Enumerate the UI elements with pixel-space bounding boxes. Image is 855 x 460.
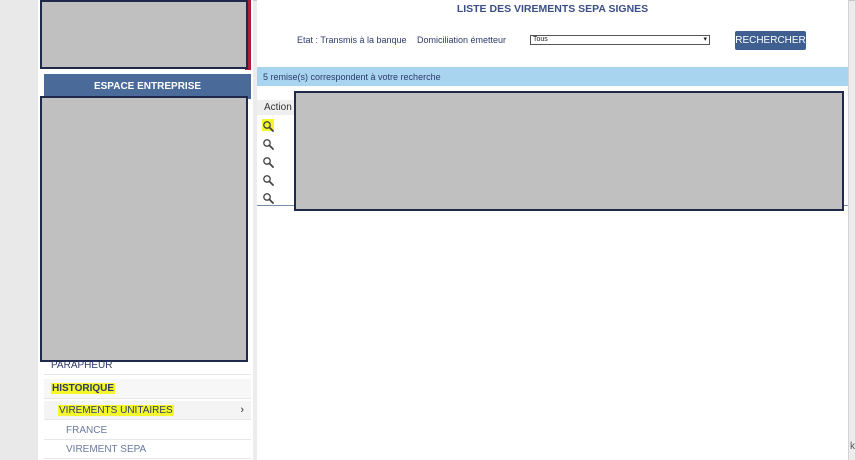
sidebar-item-label: FRANCE (66, 424, 108, 436)
sidebar-item-france[interactable]: FRANCE (44, 421, 251, 440)
espace-entreprise-label: ESPACE ENTREPRISE (93, 81, 202, 92)
column-header-action: Action (257, 100, 294, 115)
page-title: LISTE DES VIREMENTS SEPA SIGNES (456, 3, 649, 15)
domiciliation-selected-value: Tous (533, 36, 548, 43)
sidebar-item-label: VIREMENT SEPA (66, 443, 147, 455)
left-gutter (0, 0, 38, 460)
sidebar-item-label: VIREMENTS UNITAIRES (58, 404, 174, 416)
sidebar-item-historique[interactable]: HISTORIQUE (44, 379, 251, 399)
sidebar-item-label: HISTORIQUE (51, 383, 116, 394)
sidebar: ESPACE ENTREPRISE PARAPHEUR HISTORIQUE V… (38, 0, 253, 460)
magnifier-icon[interactable] (262, 119, 274, 132)
chevron-right-icon: › (240, 404, 244, 416)
corner-glyph: k (850, 441, 855, 452)
sidebar-item-label: PARAPHEUR (51, 360, 113, 371)
redacted-menu-area (40, 96, 248, 362)
magnifier-icon[interactable] (262, 155, 274, 168)
result-count-banner: 5 remise(s) correspondent à votre recher… (257, 67, 848, 86)
etat-filter-label: Etat : Transmis à la banque (297, 35, 407, 45)
magnifier-icon[interactable] (262, 173, 274, 186)
sidebar-item-parapheur[interactable]: PARAPHEUR (44, 357, 251, 375)
search-button[interactable]: RECHERCHER (735, 31, 806, 50)
domiciliation-label: Domiciliation émetteur (417, 35, 507, 45)
main-panel: LISTE DES VIREMENTS SEPA SIGNES Etat : T… (257, 0, 849, 460)
sidebar-item-virement-sepa[interactable]: VIREMENT SEPA (44, 440, 251, 459)
magnifier-icon[interactable] (262, 137, 274, 150)
sidebar-item-virements-unitaires[interactable]: VIREMENTS UNITAIRES › (44, 401, 251, 420)
redacted-logo-area (40, 0, 248, 69)
redacted-table-data (294, 91, 844, 211)
domiciliation-select[interactable]: Tous ▾ (530, 35, 710, 45)
result-count-text: 5 remise(s) correspondent à votre recher… (263, 71, 441, 82)
search-button-label: RECHERCHER (735, 35, 806, 46)
magnifier-icon[interactable] (262, 191, 274, 204)
column-header-label: Action (264, 102, 292, 113)
chevron-down-icon: ▾ (703, 36, 707, 43)
